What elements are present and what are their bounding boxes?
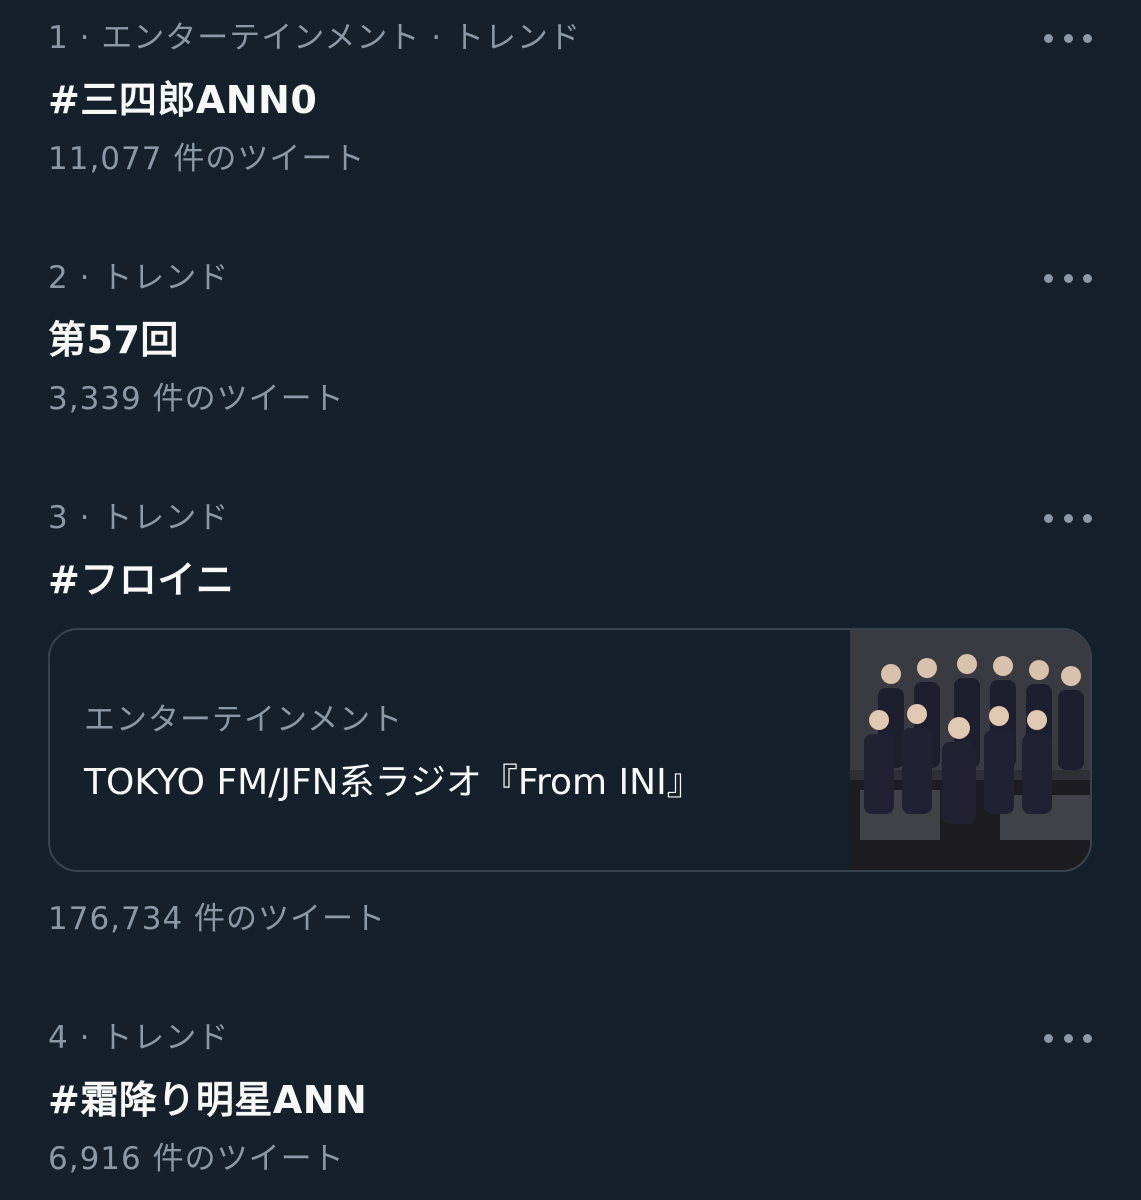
more-options-button[interactable] — [1044, 28, 1092, 48]
tweet-count: 176,734 件のツイート — [48, 901, 387, 937]
event-title: TOKYO FM/JFN系ラジオ『From INI』 — [84, 762, 703, 803]
trend-meta: 2 · トレンド — [48, 260, 230, 296]
more-options-button[interactable] — [1044, 508, 1092, 528]
trend-meta: 4 · トレンド — [48, 1020, 230, 1056]
more-horizontal-icon — [1044, 1033, 1053, 1043]
trend-item-4[interactable]: 4 · トレンド #霜降り明星ANN 6,916 件のツイート — [0, 1000, 1141, 1200]
more-horizontal-icon — [1044, 513, 1053, 523]
more-options-button[interactable] — [1044, 1028, 1092, 1048]
trend-title: 第57回 — [48, 318, 179, 362]
tweet-count: 11,077 件のツイート — [48, 141, 366, 177]
trend-item-2[interactable]: 2 · トレンド 第57回 3,339 件のツイート — [0, 240, 1141, 470]
event-category: エンターテインメント — [84, 702, 404, 738]
trend-title: #フロイニ — [48, 558, 235, 602]
event-card[interactable]: エンターテインメント TOKYO FM/JFN系ラジオ『From INI』 — [48, 628, 1092, 872]
trend-title: #三四郎ANN0 — [48, 78, 318, 122]
more-horizontal-icon — [1044, 273, 1053, 283]
tweet-count: 6,916 件のツイート — [48, 1141, 345, 1177]
trend-title: #霜降り明星ANN — [48, 1078, 368, 1122]
tweet-count: 3,339 件のツイート — [48, 381, 345, 417]
trend-meta: 3 · トレンド — [48, 500, 230, 536]
event-thumbnail-image — [850, 630, 1090, 870]
more-options-button[interactable] — [1044, 268, 1092, 288]
trend-meta: 1 · エンターテインメント · トレンド — [48, 20, 581, 56]
more-horizontal-icon — [1044, 33, 1053, 43]
trend-item-1[interactable]: 1 · エンターテインメント · トレンド #三四郎ANN0 11,077 件の… — [0, 0, 1141, 230]
